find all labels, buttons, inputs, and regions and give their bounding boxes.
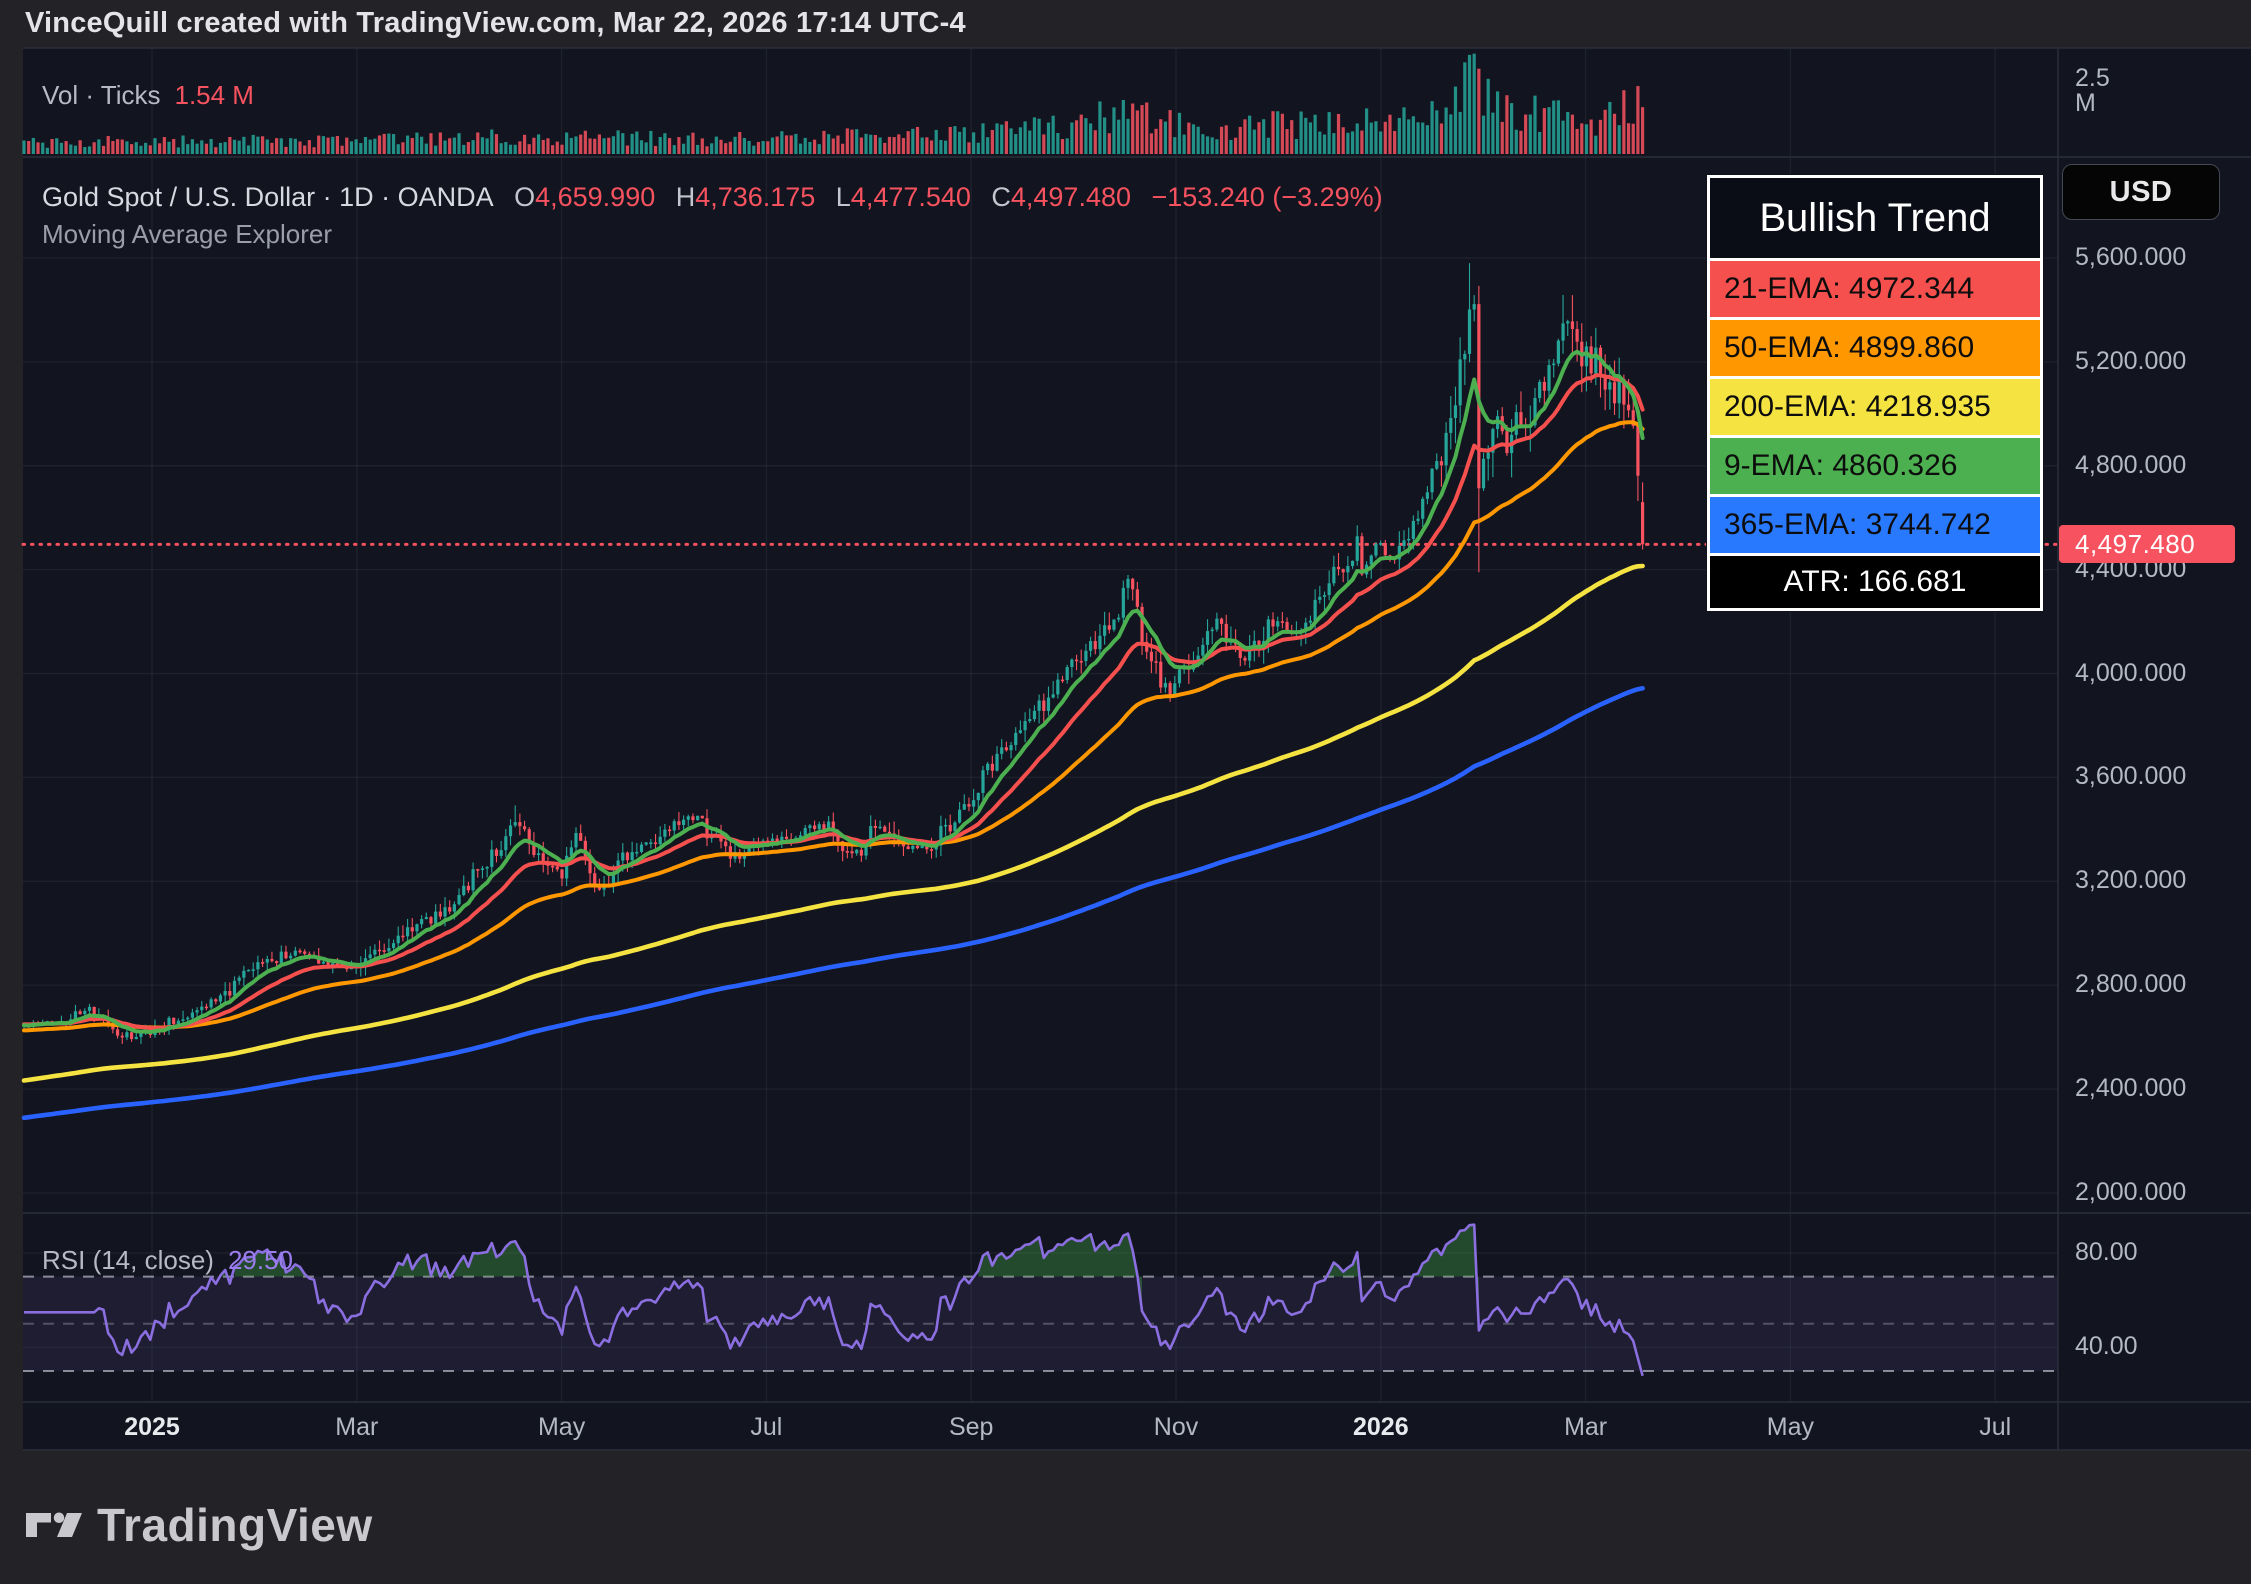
volume-legend-value: 1.54 M [174,80,254,110]
indicator-title-ma-explorer[interactable]: Moving Average Explorer [42,219,332,250]
trend-status-title: Bullish Trend [1710,178,2040,258]
rsi-axis-label: 80.00 [2075,1240,2138,1265]
close-label: C [991,182,1011,212]
ema-row-50-ema: 50-EMA: 4899.860 [1710,320,2040,376]
tradingview-chart-window: VinceQuill created with TradingView.com,… [0,0,2251,1584]
ema-rows: 21-EMA: 4972.34450-EMA: 4899.860200-EMA:… [1710,261,2040,553]
symbol-legend[interactable]: Gold Spot / U.S. Dollar · 1D · OANDA O4,… [42,182,1383,213]
time-axis-label: Nov [1154,1413,1198,1442]
tradingview-logo-icon [25,1499,83,1551]
price-axis-label: 3,200.000 [2075,868,2186,893]
ema-row-200-ema: 200-EMA: 4218.935 [1710,379,2040,435]
volume-legend[interactable]: Vol · Ticks 1.54 M [42,80,254,111]
rsi-axis-label: 40.00 [2075,1334,2138,1359]
change-value: −153.240 (−3.29%) [1151,182,1382,212]
time-axis-label: May [538,1413,585,1442]
open-value: 4,659.990 [535,182,655,212]
time-axis-label: May [1767,1413,1814,1442]
low-value: 4,477.540 [851,182,971,212]
rsi-legend[interactable]: RSI (14, close) 29.50 [42,1245,293,1276]
time-axis-label: Sep [949,1413,993,1442]
symbol-title[interactable]: Gold Spot / U.S. Dollar · 1D · OANDA [42,182,494,212]
price-axis-label: 5,600.000 [2075,245,2186,270]
currency-toggle-button[interactable]: USD [2062,164,2220,220]
volume-legend-label[interactable]: Vol · Ticks [42,80,160,110]
tradingview-logo[interactable]: TradingView [25,1498,373,1552]
time-axis-label: Mar [335,1413,378,1442]
price-axis-label: 2,800.000 [2075,972,2186,997]
time-axis-label: Mar [1564,1413,1607,1442]
time-axis-label: 2025 [124,1413,180,1442]
time-axis-label: Jul [1979,1413,2011,1442]
price-axis-label: 2,400.000 [2075,1076,2186,1101]
price-axis-label: 2,000.000 [2075,1180,2186,1205]
volume-axis-label: 2.5 M [2075,66,2110,91]
price-axis-label: 3,600.000 [2075,764,2186,789]
high-label: H [676,182,696,212]
rsi-legend-value: 29.50 [228,1245,293,1275]
tradingview-logo-text: TradingView [97,1498,373,1552]
ema-row-21-ema: 21-EMA: 4972.344 [1710,261,2040,317]
ema-row-365-ema: 365-EMA: 3744.742 [1710,497,2040,553]
time-axis-label: Jul [750,1413,782,1442]
open-label: O [514,182,535,212]
last-price-badge[interactable]: 4,497.480 [2059,525,2235,563]
time-axis-label: 2026 [1353,1413,1409,1442]
price-axis-label: 4,800.000 [2075,453,2186,478]
price-axis-label: 4,000.000 [2075,661,2186,686]
ema-row-9-ema: 9-EMA: 4860.326 [1710,438,2040,494]
low-label: L [836,182,851,212]
rsi-legend-label[interactable]: RSI (14, close) [42,1245,214,1275]
price-axis-label: 5,200.000 [2075,349,2186,374]
high-value: 4,736.175 [695,182,815,212]
close-value: 4,497.480 [1011,182,1131,212]
bullish-trend-panel: Bullish Trend 21-EMA: 4972.34450-EMA: 48… [1707,175,2043,611]
atr-row: ATR: 166.681 [1710,556,2040,608]
